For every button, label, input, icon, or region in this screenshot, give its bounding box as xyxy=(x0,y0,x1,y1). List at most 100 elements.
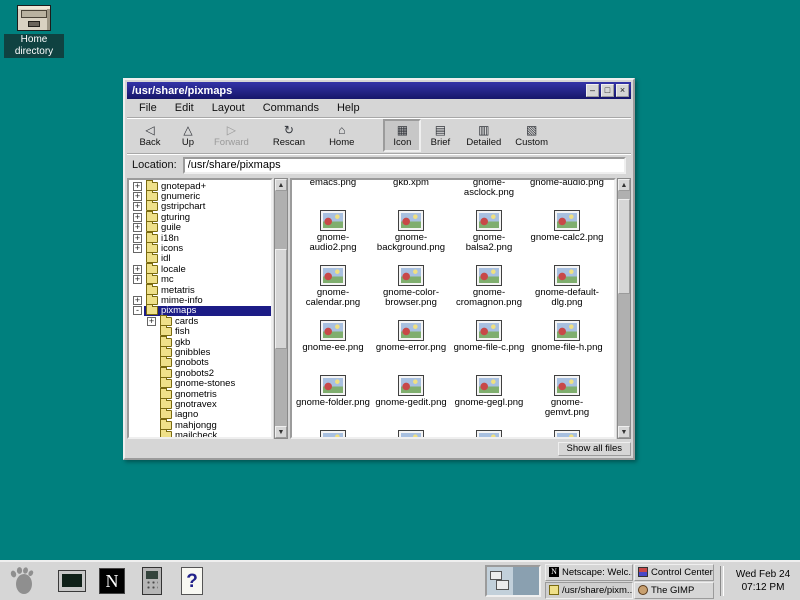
show-all-files-button[interactable]: Show all files xyxy=(558,442,631,456)
file-item[interactable] xyxy=(450,427,528,439)
tree-item[interactable]: mahjongg xyxy=(129,420,271,430)
toolbar-button[interactable]: ▤ Brief xyxy=(421,119,459,152)
tree-item-label: gnibbles xyxy=(175,347,210,358)
toolbar-button[interactable]: ▦ Icon xyxy=(383,119,421,152)
file-item[interactable]: gnome-audio2.png xyxy=(294,207,372,262)
file-item[interactable]: gkb.xpm xyxy=(372,178,450,207)
toolbar-button[interactable]: ↻ Rescan xyxy=(266,119,312,152)
toolbar-button[interactable]: ⌂ Home xyxy=(322,119,361,152)
menu-item[interactable]: File xyxy=(130,100,166,116)
icon-view-scrollbar[interactable]: ▲ ▼ xyxy=(617,178,631,439)
toolbar-button[interactable]: △ Up xyxy=(169,119,207,152)
tree-item[interactable]: iagno xyxy=(129,410,271,420)
file-icon-view: emacs.png gkb.xpm gnome-asclock.png xyxy=(290,178,616,439)
task-button[interactable]: N Netscape: Welc... xyxy=(545,564,633,581)
tree-expander-icon[interactable]: + xyxy=(133,202,142,211)
applet-handle[interactable] xyxy=(720,566,724,596)
titlebar-button[interactable]: × xyxy=(616,84,629,97)
file-item[interactable]: gnome-audio.png xyxy=(528,178,606,207)
file-item[interactable]: emacs.png xyxy=(294,178,372,207)
tree-item[interactable]: gnotravex xyxy=(129,399,271,409)
file-name: gnome-audio2.png xyxy=(295,233,371,253)
file-item[interactable]: gnome-default-dlg.png xyxy=(528,262,606,317)
scroll-up-icon[interactable]: ▲ xyxy=(618,179,630,191)
file-item[interactable]: gnome-ee.png xyxy=(294,317,372,372)
menu-item[interactable]: Help xyxy=(328,100,369,116)
tree-item[interactable]: fish xyxy=(129,326,271,336)
tree-expander-icon[interactable]: + xyxy=(133,234,142,243)
tree-scrollbar[interactable]: ▲ ▼ xyxy=(274,178,288,439)
file-item[interactable]: gnome-cromagnon.png xyxy=(450,262,528,317)
tree-expander-icon[interactable]: + xyxy=(147,317,156,326)
tree-item[interactable]: gnobots xyxy=(129,358,271,368)
desk-guide-pager[interactable] xyxy=(485,565,541,597)
file-item[interactable]: gnome-balsa2.png xyxy=(450,207,528,262)
scroll-down-icon[interactable]: ▼ xyxy=(618,426,630,438)
tree-scrollbar-thumb[interactable] xyxy=(275,249,287,349)
icon-view-scrollbar-thumb[interactable] xyxy=(618,199,630,294)
tree-expander-icon[interactable]: + xyxy=(133,192,142,201)
tree-item[interactable]: gnome-stones xyxy=(129,378,271,388)
menu-item[interactable]: Commands xyxy=(254,100,328,116)
toolbar-button[interactable]: ▷ Forward xyxy=(207,119,256,152)
task-button[interactable]: Control Center xyxy=(634,564,714,581)
file-item[interactable] xyxy=(372,427,450,439)
tree-expander-icon[interactable]: + xyxy=(133,296,142,305)
titlebar-button[interactable]: – xyxy=(586,84,599,97)
file-item[interactable]: gnome-file-c.png xyxy=(450,317,528,372)
pda-button[interactable] xyxy=(134,564,170,598)
file-item[interactable]: gnome-folder.png xyxy=(294,372,372,427)
panel-clock: Wed Feb 24 07:12 PM xyxy=(730,568,796,594)
terminal-button[interactable] xyxy=(54,564,90,598)
tree-item[interactable]: gnometris xyxy=(129,389,271,399)
file-item[interactable]: gnome-color-browser.png xyxy=(372,262,450,317)
file-item[interactable]: gnome-asclock.png xyxy=(450,178,528,207)
tree-item[interactable]: gkb xyxy=(129,337,271,347)
main-menu-button[interactable] xyxy=(4,564,40,598)
tree-expander-icon[interactable]: + xyxy=(133,244,142,253)
toolbar-button[interactable]: ▥ Detailed xyxy=(459,119,508,152)
tree-item-body: cards xyxy=(158,316,271,326)
file-item[interactable]: gnome-gemvt.png xyxy=(528,372,606,427)
file-item[interactable] xyxy=(528,427,606,439)
titlebar-button[interactable]: □ xyxy=(601,84,614,97)
help-button[interactable]: ? xyxy=(174,564,210,598)
tree-expander-icon[interactable]: + xyxy=(133,213,142,222)
file-item[interactable]: gnome-gedit.png xyxy=(372,372,450,427)
tree-item[interactable]: gnibbles xyxy=(129,347,271,357)
toolbar-button[interactable]: ◁ Back xyxy=(131,119,169,152)
location-input[interactable] xyxy=(183,157,626,174)
tree-expander-icon[interactable]: + xyxy=(133,182,142,191)
tree-expander-icon[interactable]: - xyxy=(133,306,142,315)
toolbar-button-label: Forward xyxy=(214,138,249,148)
tree-item[interactable]: + cards xyxy=(129,316,271,326)
scroll-up-icon[interactable]: ▲ xyxy=(275,179,287,191)
task-button[interactable]: /usr/share/pixm... xyxy=(545,582,633,599)
pager-desktop-2[interactable] xyxy=(513,567,539,595)
toolbar-button[interactable]: ▧ Custom xyxy=(508,119,555,152)
home-directory-desktop-icon[interactable]: Home directory xyxy=(4,5,64,59)
file-item[interactable] xyxy=(294,427,372,439)
file-item[interactable]: gnome-gegl.png xyxy=(450,372,528,427)
file-item[interactable]: gnome-background.png xyxy=(372,207,450,262)
tree-item[interactable]: - pixmaps xyxy=(129,306,271,316)
netscape-button[interactable]: N xyxy=(94,564,130,598)
tree-expander-icon[interactable]: + xyxy=(133,265,142,274)
file-item[interactable]: gnome-calendar.png xyxy=(294,262,372,317)
tree-item[interactable]: mailcheck xyxy=(129,430,271,439)
pager-window-thumb xyxy=(496,580,509,590)
terminal-icon xyxy=(58,570,86,592)
scroll-down-icon[interactable]: ▼ xyxy=(275,426,287,438)
file-item[interactable]: gnome-calc2.png xyxy=(528,207,606,262)
tree-expander-icon[interactable]: + xyxy=(133,275,142,284)
tree-expander-icon[interactable]: + xyxy=(133,223,142,232)
menu-item[interactable]: Layout xyxy=(203,100,254,116)
file-item[interactable]: gnome-file-h.png xyxy=(528,317,606,372)
tree-item[interactable]: gnobots2 xyxy=(129,368,271,378)
menu-item[interactable]: Edit xyxy=(166,100,203,116)
window-titlebar[interactable]: /usr/share/pixmaps – □ × xyxy=(127,82,631,99)
tree-item-label: guile xyxy=(161,222,181,233)
file-item[interactable]: gnome-error.png xyxy=(372,317,450,372)
pager-desktop-1[interactable] xyxy=(487,567,513,595)
task-button[interactable]: The GIMP xyxy=(634,582,714,599)
